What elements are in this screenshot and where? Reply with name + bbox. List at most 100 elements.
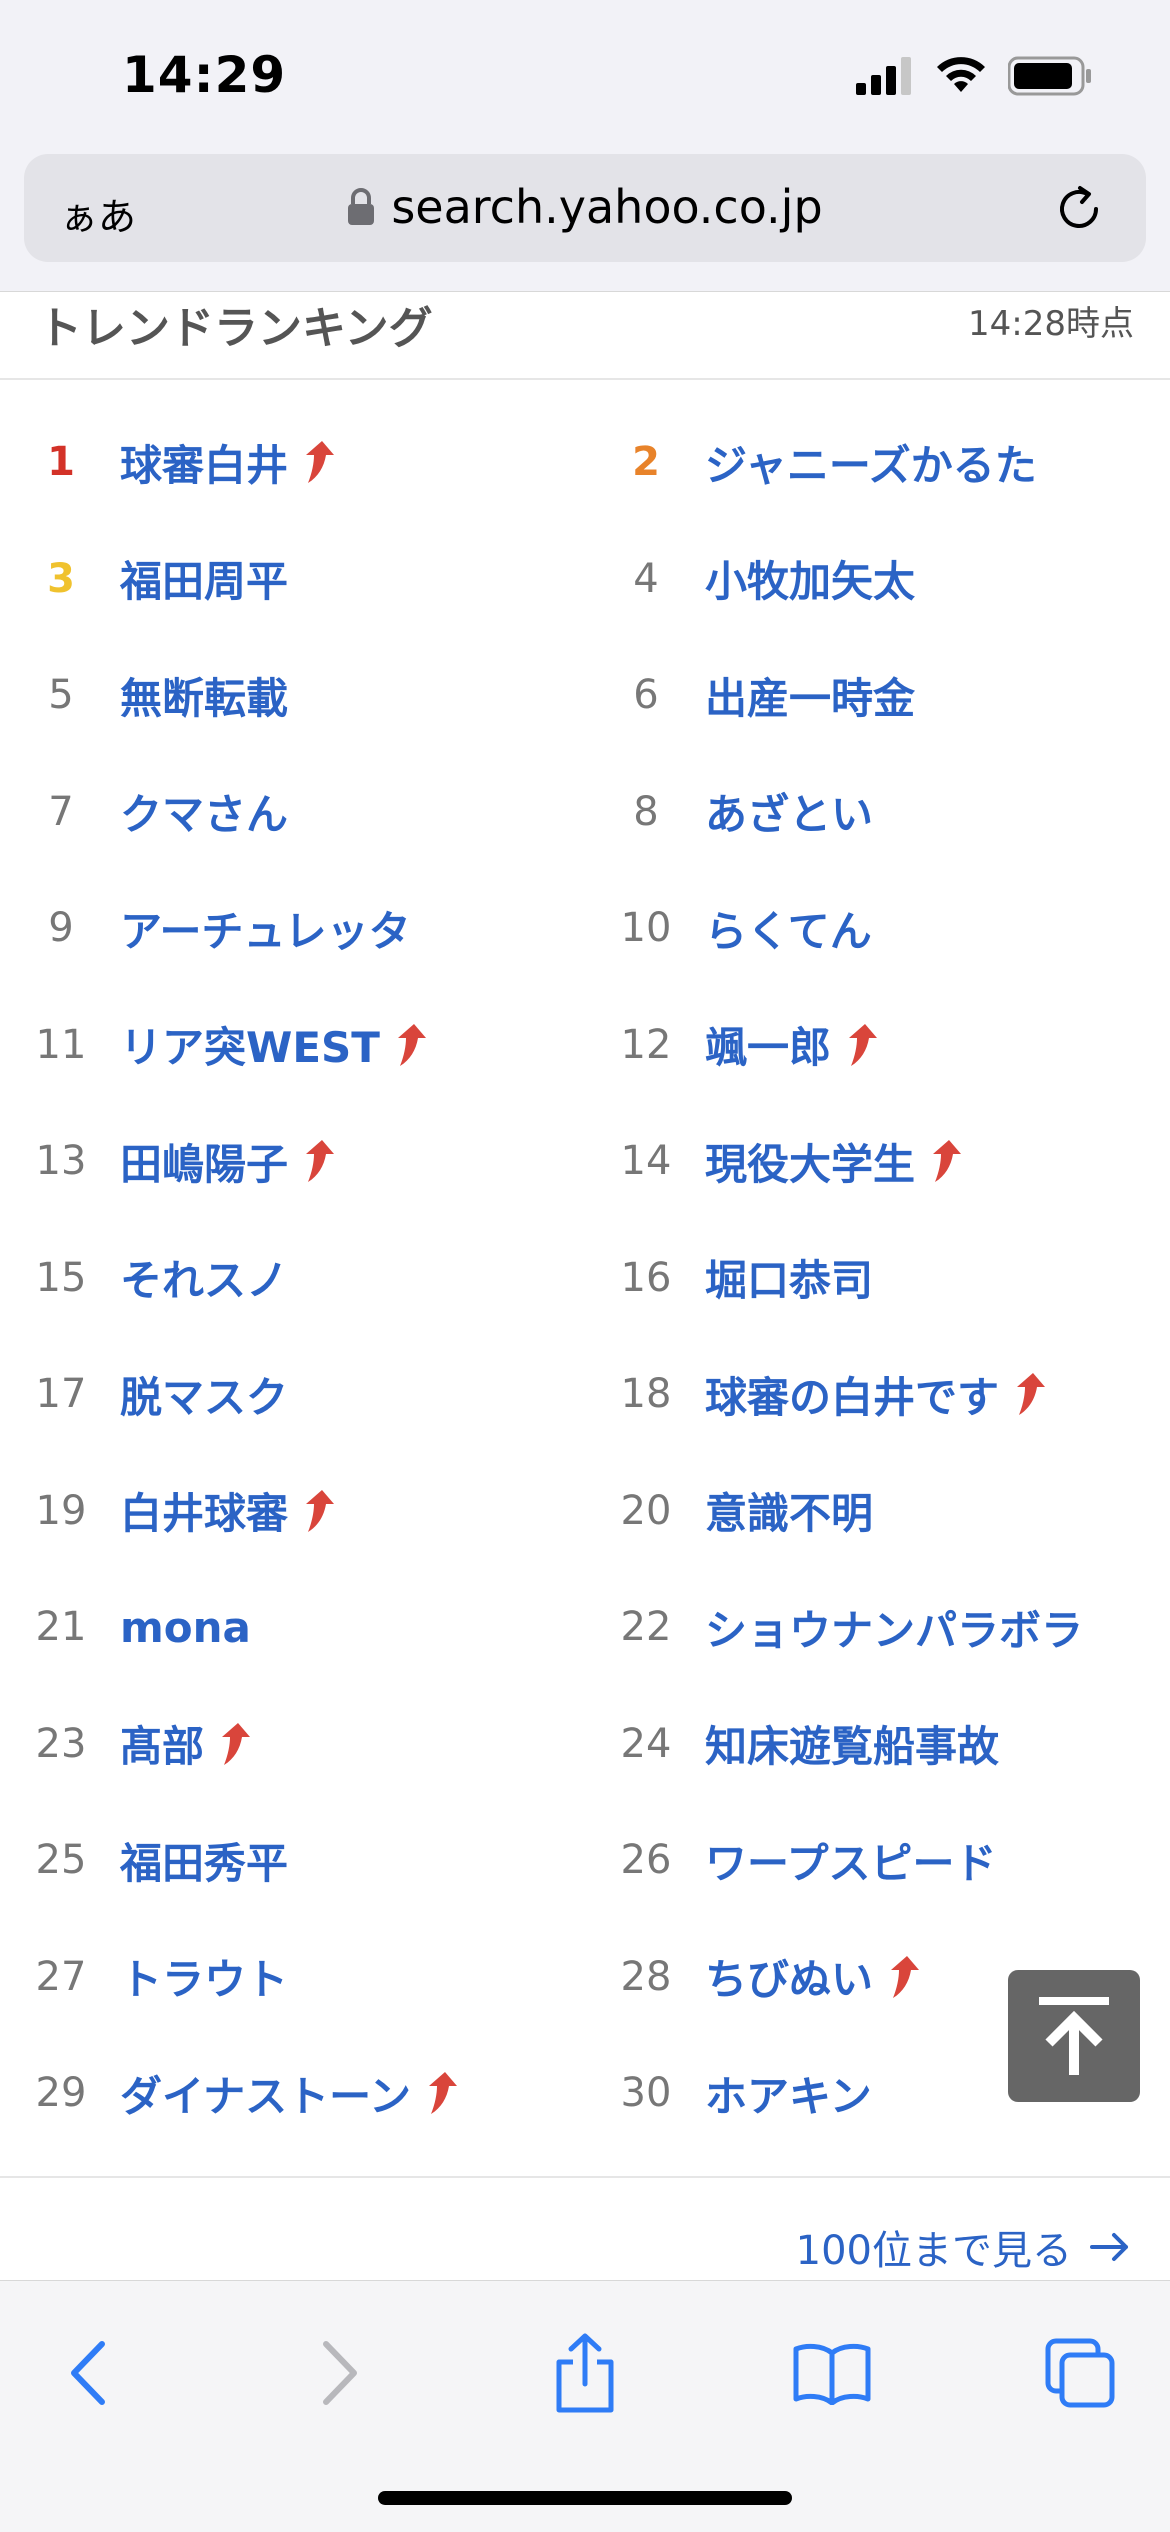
trend-term-link[interactable]: 球審白井 (120, 432, 288, 493)
status-time: 14:29 (122, 46, 287, 104)
trend-term-link[interactable]: mona (120, 1603, 251, 1652)
rising-arrow-icon (429, 2072, 458, 2114)
trend-term-link[interactable]: クマさん (120, 781, 288, 842)
ranking-item[interactable]: 11 リア突WEST (20, 1005, 428, 1085)
wifi-icon (937, 57, 985, 92)
trend-term-link[interactable]: 小牧加矢太 (705, 548, 915, 609)
ranking-item[interactable]: 14 現役大学生 (605, 1121, 963, 1201)
ranking-item[interactable]: 1 球審白井 (20, 422, 336, 502)
ranking-item[interactable]: 10 らくてん (605, 888, 872, 968)
trend-term-link[interactable]: ワープスピード (705, 1830, 996, 1891)
rank-number: 28 (620, 1953, 672, 2000)
cellular-signal-icon (856, 57, 911, 95)
rank-number: 8 (633, 788, 659, 835)
rank-number: 15 (35, 1254, 87, 1301)
rank-number: 26 (620, 1837, 672, 1883)
trend-term-link[interactable]: 福田周平 (120, 548, 288, 609)
trend-term-link[interactable]: 知床遊覧船事故 (705, 1713, 999, 1774)
trend-term-link[interactable]: らくてん (705, 898, 872, 959)
ranking-item[interactable]: 2 ジャニーズかるた (605, 422, 1037, 502)
ranking-item[interactable]: 18 球審の白井です (605, 1354, 1047, 1434)
ranking-item[interactable]: 17 脱マスク (20, 1354, 288, 1434)
see-top-100-link[interactable]: 100位まで見る (796, 2218, 1130, 2276)
divider (0, 378, 1170, 380)
ranking-item[interactable]: 20 意識不明 (605, 1471, 873, 1551)
trend-term-link[interactable]: 颯一郎 (705, 1014, 831, 1075)
lock-icon (348, 188, 375, 225)
ranking-item[interactable]: 30 ホアキン (605, 2053, 872, 2133)
trend-term-link[interactable]: 出産一時金 (705, 665, 915, 726)
rank-number: 17 (35, 1371, 87, 1417)
ranking-item[interactable]: 12 颯一郎 (605, 1005, 879, 1085)
ranking-item[interactable]: 22 ショウナンパラボラ (605, 1587, 1083, 1667)
rising-arrow-icon (1017, 1373, 1046, 1415)
rank-number: 9 (48, 905, 74, 951)
rank-number: 12 (620, 1021, 672, 1068)
trend-term-link[interactable]: ショウナンパラボラ (705, 1597, 1083, 1658)
ranking-item[interactable]: 26 ワープスピード (605, 1820, 997, 1900)
trend-term-link[interactable]: リア突WEST (120, 1014, 380, 1075)
scroll-to-top-button[interactable] (1008, 1970, 1140, 2102)
rank-number: 30 (620, 2070, 672, 2116)
rank-number: 20 (620, 1487, 672, 1534)
ranking-item[interactable]: 16 堀口恭司 (605, 1238, 873, 1318)
ranking-item[interactable]: 15 それスノ (20, 1238, 288, 1318)
trend-term-link[interactable]: 堀口恭司 (705, 1247, 873, 1308)
rank-number: 27 (35, 1953, 87, 2000)
ranking-item[interactable]: 23 髙部 (20, 1704, 252, 1784)
trend-term-link[interactable]: ちびぬい (705, 1946, 873, 2007)
trend-term-link[interactable]: 福田秀平 (120, 1830, 288, 1891)
trend-term-link[interactable]: 田嶋陽子 (120, 1131, 288, 1192)
ranking-item[interactable]: 13 田嶋陽子 (20, 1121, 336, 1201)
rank-number: 6 (633, 672, 659, 718)
rank-number: 29 (35, 2070, 87, 2116)
tabs-icon (1045, 2338, 1115, 2408)
ranking-item[interactable]: 27 トラウト (20, 1937, 288, 2017)
trend-term-link[interactable]: アーチュレッタ (120, 898, 411, 959)
ranking-item[interactable]: 21 mona (20, 1587, 251, 1667)
trend-term-link[interactable]: 意識不明 (705, 1480, 873, 1541)
rank-number: 21 (35, 1604, 87, 1650)
ranking-item[interactable]: 25 福田秀平 (20, 1820, 288, 1900)
ranking-item[interactable]: 8 あざとい (605, 772, 873, 852)
address-bar[interactable]: ぁあ search.yahoo.co.jp (24, 154, 1146, 262)
ranking-item[interactable]: 7 クマさん (20, 772, 288, 852)
trend-term-link[interactable]: あざとい (705, 781, 873, 842)
trend-term-link[interactable]: トラウト (120, 1946, 288, 2007)
ranking-item[interactable]: 6 出産一時金 (605, 655, 915, 735)
rising-arrow-icon (397, 1023, 426, 1066)
url-display[interactable]: search.yahoo.co.jp (24, 180, 1146, 234)
trend-term-link[interactable]: ホアキン (705, 2063, 872, 2124)
bookmarks-button[interactable] (782, 2323, 882, 2423)
trend-term-link[interactable]: ダイナストーン (120, 2063, 411, 2124)
trend-term-link[interactable]: ジャニーズかるた (705, 432, 1037, 493)
rising-arrow-icon (306, 1489, 335, 1532)
ranking-item[interactable]: 29 ダイナストーン (20, 2053, 459, 2133)
trend-term-link[interactable]: それスノ (120, 1247, 288, 1308)
trend-term-link[interactable]: 無断転載 (120, 665, 288, 726)
divider (0, 2176, 1170, 2178)
forward-button[interactable] (290, 2323, 390, 2423)
browser-toolbar (0, 2280, 1170, 2532)
reload-icon[interactable] (1052, 182, 1106, 236)
rising-arrow-icon (306, 441, 335, 483)
ranking-item[interactable]: 9 アーチュレッタ (20, 888, 411, 968)
trend-term-link[interactable]: 白井球審 (120, 1480, 288, 1541)
ranking-item[interactable]: 3 福田周平 (20, 539, 288, 619)
ranking-item[interactable]: 28 ちびぬい (605, 1937, 921, 2017)
rank-number: 22 (620, 1604, 672, 1650)
ranking-item[interactable]: 4 小牧加矢太 (605, 539, 915, 619)
ranking-item[interactable]: 24 知床遊覧船事故 (605, 1704, 999, 1784)
share-button[interactable] (535, 2323, 635, 2423)
trend-term-link[interactable]: 現役大学生 (705, 1131, 915, 1192)
ranking-item[interactable]: 19 白井球審 (20, 1471, 336, 1551)
arrow-right-icon (1090, 2233, 1128, 2261)
rank-number: 14 (620, 1138, 672, 1184)
trend-term-link[interactable]: 脱マスク (120, 1364, 288, 1425)
trend-term-link[interactable]: 球審の白井です (705, 1364, 999, 1425)
ranking-item[interactable]: 5 無断転載 (20, 655, 288, 735)
tabs-button[interactable] (1030, 2323, 1130, 2423)
trend-term-link[interactable]: 髙部 (120, 1713, 204, 1774)
back-button[interactable] (38, 2323, 138, 2423)
rank-number: 18 (620, 1371, 672, 1417)
